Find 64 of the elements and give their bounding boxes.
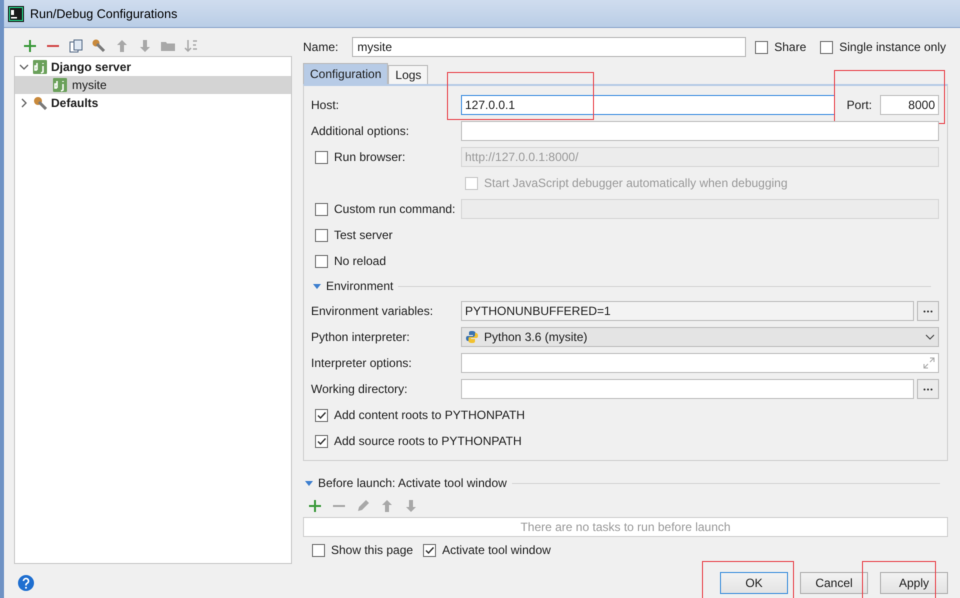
dialog-button[interactable]: Apply xyxy=(880,572,948,594)
python-icon xyxy=(465,330,479,344)
field-label: Additional options: xyxy=(311,124,410,138)
field-label: Working directory: xyxy=(311,382,408,396)
help-icon[interactable] xyxy=(18,575,34,591)
tab[interactable]: Configuration xyxy=(303,63,388,84)
checkbox[interactable] xyxy=(423,544,436,556)
empty-task-list: There are no tasks to run before launch xyxy=(303,517,948,537)
expand-icon[interactable] xyxy=(923,357,935,369)
checkbox[interactable] xyxy=(312,544,325,556)
copy-icon[interactable] xyxy=(68,38,84,54)
field-label: Environment variables: xyxy=(311,304,434,318)
app-logo-icon xyxy=(8,6,24,22)
field-label: Interpreter options: xyxy=(311,356,413,370)
field-label: Host: xyxy=(311,98,340,112)
checkbox-label: Add source roots to PYTHONPATH xyxy=(334,434,522,448)
django-icon xyxy=(33,60,47,74)
checkbox-label: Run browser: xyxy=(334,150,406,164)
name-field[interactable]: mysite xyxy=(352,37,746,57)
tree-item[interactable]: mysite xyxy=(15,76,291,94)
interpreter-dropdown[interactable]: Python 3.6 (mysite) xyxy=(461,327,939,347)
checkbox-label: Custom run command: xyxy=(334,202,456,216)
browse-button[interactable] xyxy=(917,379,939,399)
browse-button[interactable] xyxy=(917,301,939,321)
checkbox[interactable] xyxy=(315,254,328,268)
add-icon[interactable] xyxy=(307,498,323,514)
checkbox-label: Activate tool window xyxy=(442,543,551,557)
checkbox-label: No reload xyxy=(334,254,386,268)
checkbox-label: Single instance only xyxy=(839,40,946,54)
add-icon[interactable] xyxy=(22,38,38,54)
host-field[interactable]: 127.0.0.1 xyxy=(461,95,835,115)
window-title: Run/Debug Configurations xyxy=(30,6,178,20)
dialog-button[interactable]: OK xyxy=(720,572,788,594)
ellipsis-icon xyxy=(923,388,933,390)
checkbox-label: Add content roots to PYTHONPATH xyxy=(334,408,525,422)
field-label: Name: xyxy=(303,40,338,54)
checkbox[interactable] xyxy=(820,40,834,54)
ellipsis-icon xyxy=(923,310,933,312)
checkbox-label: Share xyxy=(774,40,806,54)
input-field[interactable] xyxy=(461,353,939,373)
input-field[interactable] xyxy=(461,121,939,141)
checkbox-label: Start JavaScript debugger automatically when debugging xyxy=(484,176,788,190)
tree-item[interactable]: Django server xyxy=(15,58,291,76)
expand-triangle-icon[interactable] xyxy=(305,479,313,487)
field-label: Port: xyxy=(846,98,872,112)
section-title: Before launch: Activate tool window xyxy=(318,476,507,490)
checkbox-label: Test server xyxy=(334,228,393,242)
field-label: Python interpreter: xyxy=(311,330,411,344)
collapse-chevron-icon[interactable] xyxy=(19,62,29,72)
section-title: Environment xyxy=(326,279,394,293)
django-icon xyxy=(53,78,67,92)
checkbox[interactable] xyxy=(755,40,768,54)
checkbox[interactable] xyxy=(315,228,328,242)
expand-triangle-icon[interactable] xyxy=(313,282,321,290)
checkbox[interactable] xyxy=(315,408,328,422)
input-field[interactable] xyxy=(461,379,914,399)
checkbox-label: Show this page xyxy=(331,543,414,557)
expand-chevron-icon[interactable] xyxy=(19,98,29,108)
input-field[interactable]: PYTHONUNBUFFERED=1 xyxy=(461,301,914,321)
tab[interactable]: Logs xyxy=(388,65,428,84)
port-field[interactable]: 8000 xyxy=(880,95,939,115)
dialog-button[interactable]: Cancel xyxy=(800,572,868,594)
checkbox[interactable] xyxy=(315,434,328,448)
tree-item[interactable]: Defaults xyxy=(15,94,291,112)
